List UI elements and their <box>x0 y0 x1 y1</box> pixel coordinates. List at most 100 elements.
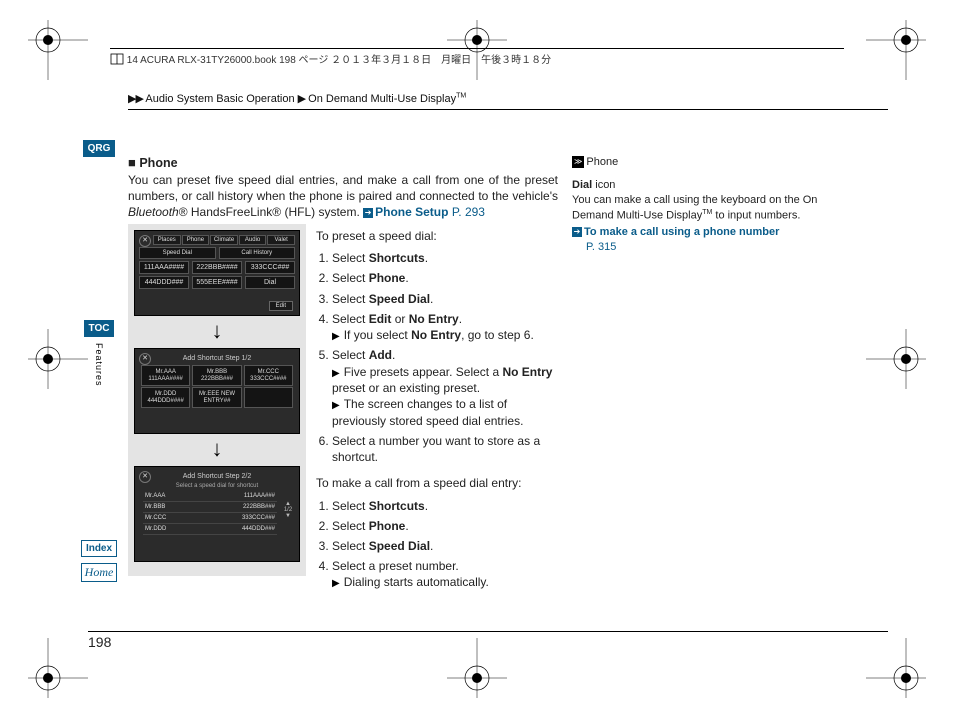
tab-phone: Phone <box>182 235 210 245</box>
preset-2: 222BBB#### <box>192 261 242 274</box>
t: . <box>405 519 408 533</box>
t: If you select <box>344 328 411 342</box>
t: . <box>430 292 433 306</box>
dial-bold: Dial <box>572 179 592 191</box>
t: No Entry <box>502 365 552 379</box>
preset-intro: To preset a speed dial: <box>316 228 556 244</box>
dial-rest: icon <box>592 179 615 191</box>
list-name: Mr.CCC <box>145 515 166 521</box>
t: preset or an existing preset. <box>332 381 480 395</box>
subtab-call-history: Call History <box>219 247 296 259</box>
arrow-down-icon: ↓ <box>134 438 300 460</box>
phone-setup-link[interactable]: Phone Setup <box>375 205 448 219</box>
breadcrumb-part2: On Demand Multi-Use Display <box>308 93 456 105</box>
t: Select <box>332 519 369 533</box>
side-note-column: ≫Phone Dial icon You can make a call usi… <box>572 155 857 255</box>
dial-cell: Dial <box>245 276 295 289</box>
t: Select <box>332 251 369 265</box>
t: , go to step 6. <box>461 328 534 342</box>
page-indicator: ▲1/2▼ <box>281 501 295 519</box>
step-4-sub: If you select No Entry, go to step 6. <box>332 327 556 344</box>
link-icon: ➔ <box>363 208 373 218</box>
t: Speed Dial <box>369 539 430 553</box>
list-item: Mr.DDD 444DDD### <box>143 524 277 535</box>
registration-mark <box>866 20 926 80</box>
link-label: Phone Setup <box>375 205 448 219</box>
list-value: 111AAA### <box>244 493 275 499</box>
section-title: ■ Phone <box>128 155 558 170</box>
t: Select <box>332 292 369 306</box>
cell: Mr.AAA 111AAA#### <box>141 365 190 386</box>
t: . <box>392 348 395 362</box>
step-5: Select Add. Five presets appear. Select … <box>332 347 556 429</box>
call-step-3: Select Speed Dial. <box>332 538 556 554</box>
step-6: Select a number you want to store as a s… <box>332 433 556 465</box>
intro-text-c: ® HandsFreeLink® (HFL) system. <box>179 205 360 219</box>
steps-column: To preset a speed dial: Select Shortcuts… <box>316 228 556 601</box>
link-page-ref: P. 293 <box>452 205 485 219</box>
registration-mark <box>28 20 88 80</box>
t: Speed Dial <box>369 292 430 306</box>
gutter-index-area: Index Home <box>80 534 118 582</box>
document-header-text: 14 ACURA RLX-31TY26000.book 198 ページ ２０１３… <box>127 55 551 66</box>
cell: Mr.CCC 333CCC#### <box>244 365 293 386</box>
t: or <box>391 312 408 326</box>
section-intro: You can preset five speed dial entries, … <box>128 172 558 221</box>
step-4: Select Edit or No Entry. If you select N… <box>332 311 556 344</box>
t: Select <box>332 348 369 362</box>
call-step-1: Select Shortcuts. <box>332 498 556 514</box>
list-name: Mr.BBB <box>145 504 165 510</box>
t: Five presets appear. Select a <box>344 365 503 379</box>
cell: Mr.BBB 222BBB### <box>192 365 241 386</box>
features-label: Features <box>94 343 104 387</box>
shot3-hint: Select a speed dial for shortcut <box>135 483 299 489</box>
main-content: ■ Phone You can preset five speed dial e… <box>128 155 558 221</box>
tab-climate: Climate <box>210 235 238 245</box>
list-item: Mr.AAA111AAA### <box>143 491 277 502</box>
toc-button[interactable]: TOC <box>84 320 115 337</box>
screenshot-1: ✕ Places Phone Climate Audio Valet Speed… <box>134 230 300 316</box>
tab-valet: Valet <box>267 235 295 245</box>
screenshot-3: ✕ Add Shortcut Step 2/2 Select a speed d… <box>134 466 300 562</box>
list-name: Mr.DDD <box>145 526 166 532</box>
side-line-1: Dial icon <box>572 178 857 193</box>
call-intro: To make a call from a speed dial entry: <box>316 475 556 491</box>
t: Phone <box>369 519 406 533</box>
cell: Mr.EEE NEW ENTRY## <box>192 387 241 408</box>
t: . <box>459 312 462 326</box>
breadcrumb-sep: ▶ <box>298 93 305 105</box>
qrg-button[interactable]: QRG <box>83 140 116 157</box>
cell: Mr.DDD 444DDD#### <box>141 387 190 408</box>
trademark-symbol: TM <box>456 92 466 99</box>
registration-mark <box>866 329 926 389</box>
screenshot-2: ✕ Add Shortcut Step 1/2 Mr.AAA 111AAA###… <box>134 348 300 434</box>
t: . <box>405 271 408 285</box>
home-button[interactable]: Home <box>81 563 118 582</box>
trademark-symbol: TM <box>702 209 712 216</box>
t: Select <box>332 271 369 285</box>
t: . <box>425 251 428 265</box>
make-call-link[interactable]: To make a call using a phone number <box>584 226 779 238</box>
edit-button: Edit <box>269 301 293 311</box>
list-item: Mr.BBB222BBB### <box>143 502 277 513</box>
side-link-row: ➔To make a call using a phone number <box>572 225 857 240</box>
call-step-4: Select a preset number. Dialing starts a… <box>332 558 556 591</box>
preset-1: 111AAA#### <box>139 261 189 274</box>
gutter-toc-area: TOC Features <box>80 314 118 390</box>
t: Select a preset number. <box>332 559 459 573</box>
t: . <box>430 539 433 553</box>
side-header: ≫Phone <box>572 155 857 170</box>
registration-mark <box>28 329 88 389</box>
gutter-qrg-area: QRG <box>80 134 118 157</box>
list-value: 444DDD### <box>242 526 275 532</box>
breadcrumb: ▶▶ Audio System Basic Operation ▶ On Dem… <box>128 92 888 110</box>
call-step-4-sub: Dialing starts automatically. <box>332 574 556 591</box>
close-icon: ✕ <box>139 353 151 365</box>
close-icon: ✕ <box>139 471 151 483</box>
side-line-2: You can make a call using the keyboard o… <box>572 193 857 223</box>
t: Dialing starts automatically. <box>344 575 489 589</box>
arrow-down-icon: ↓ <box>134 320 300 342</box>
index-button[interactable]: Index <box>81 540 117 557</box>
t: to input numbers. <box>712 209 800 221</box>
preset-5: 555EEE#### <box>192 276 242 289</box>
